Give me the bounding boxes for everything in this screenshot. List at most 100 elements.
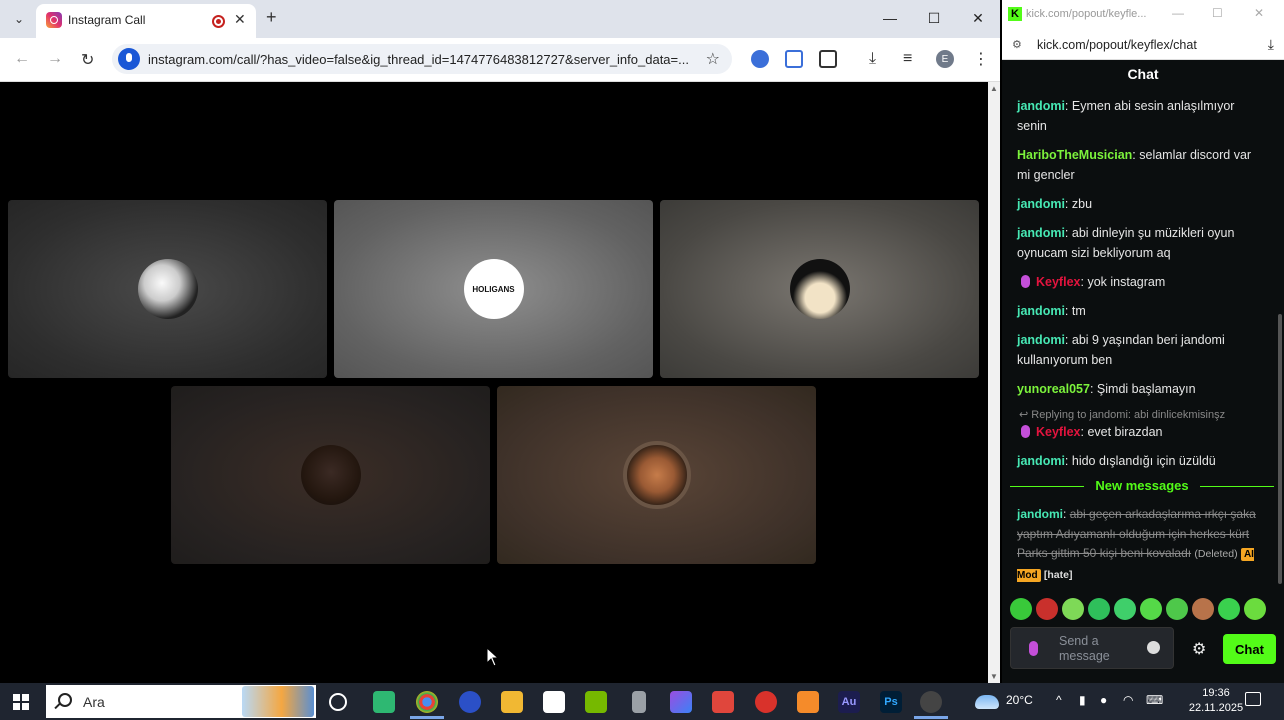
chat-input-placeholder: Send a message	[1059, 634, 1110, 663]
chat-username[interactable]: jandomi	[1017, 197, 1065, 211]
notification-icon[interactable]	[1245, 692, 1261, 706]
fl-studio-icon[interactable]	[797, 691, 819, 713]
windows-taskbar: Ara Au Ps 20°C ^ ▮ ● ◠ ⌨ 19:36 22.11.202…	[0, 683, 1284, 720]
kick-maximize-button[interactable]: ☐	[1212, 6, 1223, 20]
participant-tile-2[interactable]: HOLIGANS	[334, 200, 653, 378]
emote-icon[interactable]	[1036, 598, 1058, 620]
app-red-icon[interactable]	[712, 691, 734, 713]
scroll-down-icon[interactable]: ▼	[990, 672, 998, 681]
windows-start-icon[interactable]	[13, 694, 29, 710]
battery-icon[interactable]: ▮	[1079, 693, 1086, 707]
kick-download-icon[interactable]: ⤓	[1268, 36, 1274, 53]
extension-1-icon[interactable]	[751, 50, 769, 68]
send-chat-button[interactable]: Chat	[1223, 634, 1276, 664]
kick-logo-icon: K	[1008, 7, 1022, 21]
extensions-puzzle-icon[interactable]	[819, 50, 837, 68]
emote-icon[interactable]	[1192, 598, 1214, 620]
chat-username[interactable]: jandomi	[1017, 507, 1063, 521]
nvidia-icon[interactable]	[585, 691, 607, 713]
media-control-icon[interactable]: ≡	[903, 50, 912, 68]
task-view-icon[interactable]	[329, 693, 347, 711]
kick-address-bar[interactable]: ⚙ kick.com/popout/keyflex/chat ⤓	[1002, 30, 1284, 60]
tab-close-button[interactable]: ✕	[234, 11, 246, 28]
chat-username[interactable]: jandomi	[1017, 304, 1065, 318]
chat-message: jandomi: abi 9 yaşından beri jandomi kul…	[1017, 333, 1225, 367]
app-green-icon[interactable]	[373, 691, 395, 713]
extension-2-icon[interactable]	[785, 50, 803, 68]
chrome-icon[interactable]	[416, 691, 438, 713]
emote-icon[interactable]	[1218, 598, 1240, 620]
chat-username[interactable]: jandomi	[1017, 454, 1065, 468]
mic-tray-icon[interactable]: ●	[1100, 693, 1107, 707]
chat-username[interactable]: Keyflex	[1036, 425, 1080, 439]
reply-text: Replying to jandomi: abi dinlicekmisinşz	[1031, 409, 1226, 421]
chat-username[interactable]: jandomi	[1017, 333, 1065, 347]
emote-icon[interactable]	[1088, 598, 1110, 620]
weather-temperature[interactable]: 20°C	[1006, 693, 1033, 707]
microphone-app-icon[interactable]	[632, 691, 646, 713]
tray-chevron-icon[interactable]: ^	[1056, 693, 1062, 707]
obs-icon[interactable]	[920, 691, 942, 713]
file-explorer-icon[interactable]	[501, 691, 523, 713]
chat-scrollbar[interactable]	[1278, 314, 1282, 584]
chat-settings-gear-icon[interactable]: ⚙	[1192, 639, 1206, 659]
emote-icon[interactable]	[1010, 598, 1032, 620]
maximize-button[interactable]: ☐	[912, 0, 956, 36]
site-settings-icon[interactable]: ⚙	[1012, 38, 1022, 51]
chat-username[interactable]: Keyflex	[1036, 275, 1080, 289]
participant-tile-3[interactable]	[660, 200, 979, 378]
instagram-icon	[46, 12, 62, 28]
microphone-icon[interactable]	[118, 48, 140, 70]
scroll-up-icon[interactable]: ▲	[990, 84, 998, 93]
emote-icon[interactable]	[1114, 598, 1136, 620]
taskbar-clock[interactable]: 19:36 22.11.2025	[1188, 686, 1244, 716]
bookmark-star-icon[interactable]: ☆	[706, 49, 720, 69]
emote-icon[interactable]	[1140, 598, 1162, 620]
menu-icon[interactable]: ⋮	[973, 49, 989, 69]
app-blue-icon[interactable]	[459, 691, 481, 713]
profile-avatar[interactable]: E	[936, 50, 954, 68]
emote-icon[interactable]	[1062, 598, 1084, 620]
download-icon[interactable]: ⤓	[869, 50, 876, 68]
photoshop-icon[interactable]: Ps	[880, 691, 902, 713]
chat-message-input[interactable]: Send a message	[1010, 627, 1174, 669]
new-messages-divider[interactable]: New messages	[1010, 478, 1274, 494]
minimize-button[interactable]: —	[868, 0, 912, 36]
emote-icon[interactable]	[1166, 598, 1188, 620]
chat-text: Şimdi başlamayın	[1096, 382, 1196, 396]
forward-icon[interactable]: →	[47, 50, 63, 68]
capcut-icon[interactable]	[543, 691, 565, 713]
new-tab-button[interactable]: +	[266, 7, 277, 28]
reload-icon[interactable]: ↻	[81, 50, 94, 70]
taskbar-search-box[interactable]: Ara	[46, 685, 316, 718]
emote-icon[interactable]	[1244, 598, 1266, 620]
address-bar[interactable]: instagram.com/call/?has_video=false&ig_t…	[112, 44, 732, 74]
recording-icon	[212, 15, 225, 28]
close-window-button[interactable]: ✕	[956, 0, 1000, 36]
m365-icon[interactable]	[670, 691, 692, 713]
app-round-red-icon[interactable]	[755, 691, 777, 713]
kick-titlebar: K kick.com/popout/keyfle... — ☐ ✕	[1002, 0, 1284, 30]
audition-icon[interactable]: Au	[838, 691, 860, 713]
weather-icon[interactable]	[975, 695, 999, 709]
back-icon[interactable]: ←	[14, 50, 30, 68]
search-highlight-image	[242, 686, 314, 717]
chat-username[interactable]: jandomi	[1017, 99, 1065, 113]
tab-instagram-call[interactable]: Instagram Call ✕	[36, 4, 256, 38]
chat-username[interactable]: HariboTheMusician	[1017, 148, 1132, 162]
moderation-reason: [hate]	[1043, 568, 1073, 581]
participant-tile-1[interactable]	[8, 200, 327, 378]
tab-search-button[interactable]: ⌄	[8, 8, 30, 30]
emoji-picker-icon[interactable]	[1147, 641, 1160, 654]
kick-minimize-button[interactable]: —	[1172, 6, 1184, 20]
chat-username[interactable]: jandomi	[1017, 226, 1065, 240]
participant-tile-4[interactable]	[171, 386, 490, 564]
page-scrollbar[interactable]: ▲ ▼	[988, 82, 1000, 683]
emote-bar	[1010, 598, 1280, 622]
keyboard-icon[interactable]: ⌨	[1146, 693, 1163, 707]
wifi-icon[interactable]: ◠	[1123, 693, 1133, 707]
kick-close-button[interactable]: ✕	[1254, 6, 1264, 20]
reply-context[interactable]: ↩ Replying to jandomi: abi dinlicekmisin…	[1017, 408, 1257, 422]
chat-username[interactable]: yunoreal057	[1017, 382, 1090, 396]
participant-tile-5[interactable]	[497, 386, 816, 564]
